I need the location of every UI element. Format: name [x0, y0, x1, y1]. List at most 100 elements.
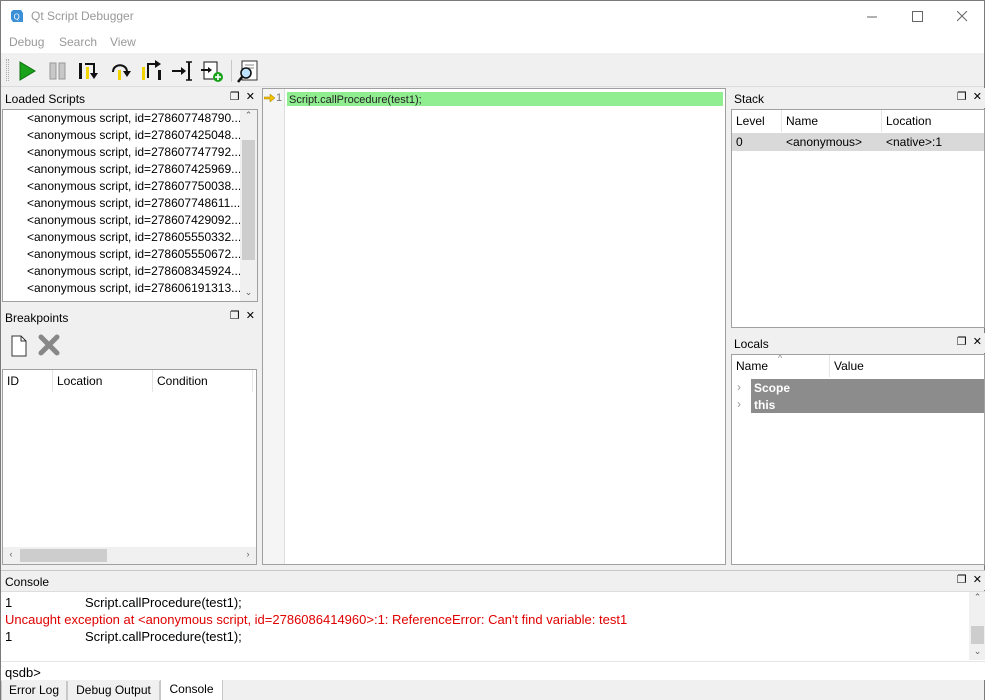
stack-table[interactable]: Level Name Location 0 <anonymous> <nativ…	[731, 109, 985, 328]
console-line: 1 Script.callProcedure(test1);	[5, 595, 242, 610]
list-item[interactable]: <anonymous script, id=278607425969...	[3, 161, 257, 178]
breakpoints-title-bar: Breakpoints ❐ ✕	[1, 307, 259, 327]
close-icon[interactable]: ✕	[973, 574, 982, 586]
list-item[interactable]: <anonymous script, id=278607429092...	[3, 212, 257, 229]
console-output: 1 Script.callProcedure(test1); Uncaught e…	[5, 594, 965, 645]
svg-text:Q: Q	[14, 13, 20, 22]
delete-breakpoint-icon[interactable]	[38, 334, 60, 356]
list-item[interactable]: <anonymous script, id=278605550672...	[3, 246, 257, 263]
tab-console[interactable]: Console	[160, 680, 223, 700]
scroll-right-icon[interactable]: ›	[242, 549, 254, 559]
table-row[interactable]: 0 <anonymous> <native>:1	[732, 133, 984, 151]
tab-debug-output[interactable]: Debug Output	[67, 681, 160, 700]
maximize-icon	[911, 11, 923, 22]
locals-dock: Locals ❐ ✕ Name ^ Value › Scope › this	[730, 333, 985, 565]
menu-bar: Debug Search View	[1, 32, 984, 53]
scripts-list-body: <anonymous script, id=278607748790... <an…	[3, 110, 257, 297]
loaded-scripts-dock: Loaded Scripts ❐ ✕ <anonymous script, id=…	[1, 88, 259, 302]
locals-title: Locals	[734, 337, 769, 351]
column-condition[interactable]: Condition	[153, 370, 253, 392]
column-location[interactable]: Location	[53, 370, 153, 392]
title-bar: Q Qt Script Debugger	[1, 1, 984, 32]
find-icon[interactable]	[236, 58, 262, 84]
step-into-icon[interactable]	[76, 58, 102, 84]
breakpoints-hscrollbar[interactable]: ‹ ›	[3, 547, 256, 564]
float-icon[interactable]: ❐	[230, 91, 240, 103]
loaded-scripts-list[interactable]: <anonymous script, id=278607748790... <an…	[2, 109, 258, 302]
close-icon	[956, 11, 967, 22]
list-item[interactable]: <anonymous script, id=278606191313...	[3, 280, 257, 297]
scroll-down-icon[interactable]: ⌄	[969, 646, 985, 660]
locals-title-bar: Locals ❐ ✕	[730, 333, 985, 353]
breakpoints-table[interactable]: ID Location Condition ‹ ›	[2, 369, 257, 565]
scripts-vscrollbar[interactable]: ⌃ ⌄	[240, 110, 257, 301]
column-name[interactable]: Name	[782, 110, 882, 132]
console-panel[interactable]: 1 Script.callProcedure(test1); Uncaught e…	[1, 591, 985, 680]
loaded-scripts-title-bar: Loaded Scripts ❐ ✕	[1, 88, 259, 108]
tree-row-label: Scope	[754, 381, 791, 395]
scroll-left-icon[interactable]: ‹	[5, 549, 17, 559]
code-editor[interactable]: 1 Script.callProcedure(test1);	[262, 88, 726, 565]
float-icon[interactable]: ❐	[957, 574, 967, 586]
console-title: Console	[5, 575, 50, 589]
scroll-up-icon[interactable]: ⌃	[240, 110, 257, 124]
menu-search[interactable]: Search	[59, 35, 97, 49]
console-input-row[interactable]: qsdb>	[1, 661, 985, 681]
run-to-new-script-icon[interactable]	[200, 58, 226, 84]
close-icon[interactable]: ✕	[246, 310, 255, 322]
list-item[interactable]: <anonymous script, id=278607748611...	[3, 195, 257, 212]
list-item[interactable]: <anonymous script, id=278607425048...	[3, 127, 257, 144]
run-to-cursor-icon[interactable]	[169, 58, 195, 84]
toolbar-grip	[6, 59, 9, 81]
menu-view[interactable]: View	[110, 35, 136, 49]
column-location[interactable]: Location	[882, 110, 984, 132]
console-dock: Console ❐ ✕ 1 Script.callProcedure(test1);…	[1, 570, 985, 680]
maximize-button[interactable]	[894, 1, 940, 32]
column-level[interactable]: Level	[732, 110, 782, 132]
code-line: Script.callProcedure(test1);	[289, 94, 422, 106]
list-item[interactable]: <anonymous script, id=278607747792...	[3, 144, 257, 161]
interrupt-icon[interactable]	[45, 58, 71, 84]
console-error-line: Uncaught exception at <anonymous script,…	[5, 612, 628, 627]
menu-debug[interactable]: Debug	[9, 35, 44, 49]
scroll-thumb[interactable]	[20, 549, 107, 562]
continue-icon[interactable]	[14, 58, 40, 84]
step-over-icon[interactable]	[107, 58, 133, 84]
close-icon[interactable]: ✕	[973, 336, 982, 348]
column-value[interactable]: Value	[830, 355, 984, 377]
tree-row[interactable]: › Scope	[732, 379, 984, 396]
tree-row[interactable]: › this	[732, 396, 984, 413]
list-item[interactable]: <anonymous script, id=278605550332...	[3, 229, 257, 246]
float-icon[interactable]: ❐	[957, 91, 967, 103]
console-prompt: qsdb>	[5, 665, 41, 680]
scroll-thumb[interactable]	[971, 626, 984, 644]
stack-title-bar: Stack ❐ ✕	[730, 88, 985, 108]
new-breakpoint-icon[interactable]	[9, 335, 29, 357]
column-id[interactable]: ID	[3, 370, 53, 392]
toolbar-separator	[231, 60, 232, 82]
minimize-icon	[866, 16, 877, 18]
execution-arrow-icon	[264, 94, 276, 102]
float-icon[interactable]: ❐	[230, 310, 240, 322]
scroll-down-icon[interactable]: ⌄	[240, 287, 257, 301]
float-icon[interactable]: ❐	[957, 336, 967, 348]
tab-error-log[interactable]: Error Log	[1, 681, 67, 700]
close-icon[interactable]: ✕	[246, 91, 255, 103]
list-item[interactable]: <anonymous script, id=278607750038...	[3, 178, 257, 195]
list-item[interactable]: <anonymous script, id=278607748790...	[3, 110, 257, 127]
chevron-right-icon[interactable]: ›	[737, 397, 741, 411]
close-icon[interactable]: ✕	[973, 91, 982, 103]
window-title: Qt Script Debugger	[31, 9, 134, 23]
list-item[interactable]: <anonymous script, id=278608345924...	[3, 263, 257, 280]
close-button[interactable]	[939, 1, 985, 32]
locals-tree[interactable]: Name ^ Value › Scope › this	[731, 354, 985, 565]
qt-app-icon: Q	[11, 10, 23, 22]
chevron-right-icon[interactable]: ›	[737, 380, 741, 394]
minimize-button[interactable]	[849, 1, 895, 32]
scroll-thumb[interactable]	[242, 140, 255, 260]
scroll-up-icon[interactable]: ⌃	[969, 592, 985, 606]
console-vscrollbar[interactable]: ⌃ ⌄	[969, 592, 985, 660]
stack-name: <anonymous>	[786, 135, 863, 149]
sort-indicator-icon: ^	[778, 354, 783, 363]
step-out-icon[interactable]	[138, 58, 164, 84]
